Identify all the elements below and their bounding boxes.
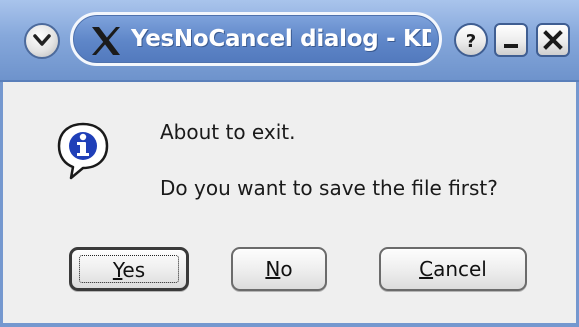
cancel-button[interactable]: Cancel bbox=[379, 247, 527, 291]
window-menu-button[interactable] bbox=[24, 23, 60, 59]
help-icon: ? bbox=[466, 31, 476, 50]
dialog-window: YesNoCancel dialog - KDia ? About to exi… bbox=[0, 0, 579, 327]
svg-text:?: ? bbox=[466, 31, 476, 50]
info-icon bbox=[57, 122, 109, 180]
cancel-button-label: Cancel bbox=[419, 257, 487, 281]
message-line-2: Do you want to save the file first? bbox=[160, 176, 498, 200]
no-button[interactable]: No bbox=[231, 247, 327, 291]
close-button[interactable] bbox=[536, 23, 570, 57]
title-bar[interactable]: YesNoCancel dialog - KDia ? bbox=[0, 0, 579, 82]
minimize-button[interactable] bbox=[494, 23, 528, 57]
minimize-icon bbox=[504, 44, 518, 48]
yes-button[interactable]: Yes bbox=[69, 247, 189, 291]
yes-button-label: Yes bbox=[112, 258, 146, 282]
dialog-content: About to exit. Do you want to save the f… bbox=[3, 82, 576, 323]
window-title-pill: YesNoCancel dialog - KDia bbox=[70, 12, 442, 66]
message-line-1: About to exit. bbox=[160, 120, 296, 144]
chevron-down-icon bbox=[33, 34, 51, 46]
close-icon bbox=[543, 30, 563, 50]
window-title: YesNoCancel dialog - KDia bbox=[131, 26, 431, 52]
help-button[interactable]: ? bbox=[454, 23, 488, 57]
x-logo-icon bbox=[92, 27, 120, 55]
no-button-label: No bbox=[265, 257, 293, 281]
